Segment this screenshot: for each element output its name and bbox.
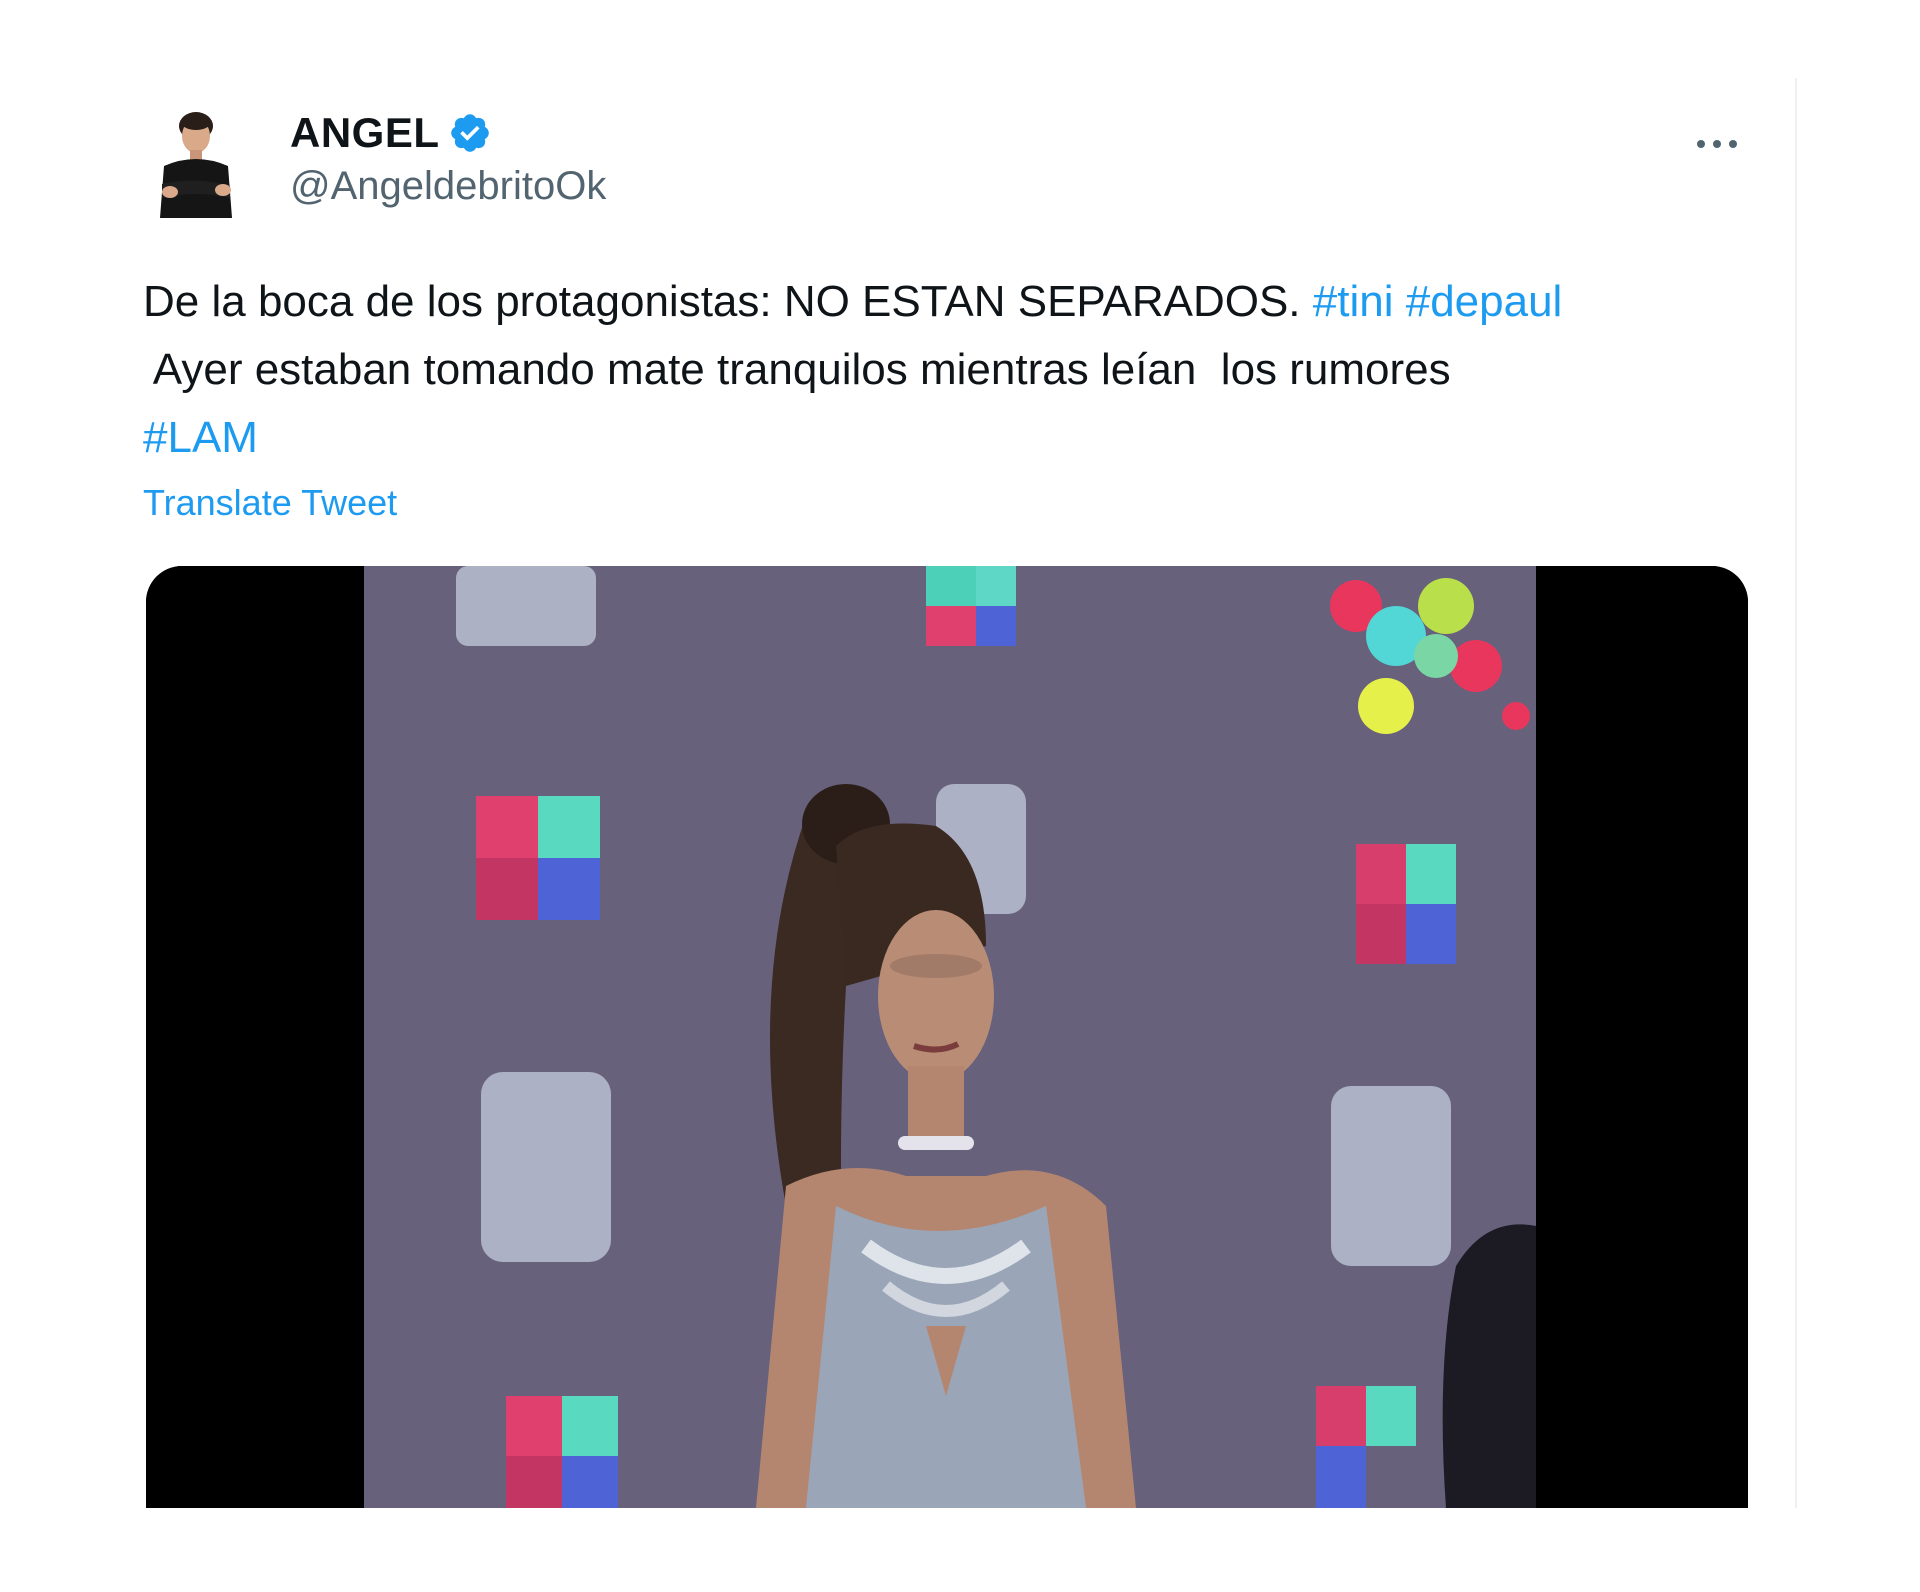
timeline-border bbox=[1795, 78, 1797, 1508]
tweet-screenshot: ANGEL @AngeldebritoOk De la boca de los … bbox=[0, 0, 1920, 1592]
tweet-media[interactable] bbox=[146, 566, 1748, 1508]
tweet-text-line-2: Ayer estaban tomando mate tranquilos mie… bbox=[143, 345, 1451, 394]
media-photo bbox=[146, 566, 1748, 1508]
tweet-text: De la boca de los protagonistas: NO ESTA… bbox=[143, 268, 1783, 472]
tweet-header: ANGEL @AngeldebritoOk bbox=[146, 96, 1756, 236]
hashtag-lam[interactable]: #LAM bbox=[143, 413, 258, 462]
hashtag-tini[interactable]: #tini bbox=[1313, 277, 1394, 326]
more-horizontal-icon bbox=[1697, 140, 1737, 148]
author-display-name[interactable]: ANGEL bbox=[290, 109, 440, 157]
hashtag-depaul[interactable]: #depaul bbox=[1406, 277, 1563, 326]
verified-badge-icon bbox=[450, 114, 489, 152]
author-name-row[interactable]: ANGEL bbox=[290, 106, 492, 160]
tweet-text-line-3: #LAM bbox=[143, 404, 1783, 472]
translate-tweet-link[interactable]: Translate Tweet bbox=[143, 482, 397, 524]
author-handle[interactable]: @AngeldebritoOk bbox=[290, 164, 606, 209]
tweet-text-line-1: De la boca de los protagonistas: NO ESTA… bbox=[143, 268, 1783, 336]
more-options-button[interactable] bbox=[1688, 124, 1746, 164]
avatar-photo bbox=[160, 112, 232, 218]
avatar[interactable] bbox=[146, 106, 246, 224]
tweet-text-segment: De la boca de los protagonistas: NO ESTA… bbox=[143, 277, 1313, 326]
